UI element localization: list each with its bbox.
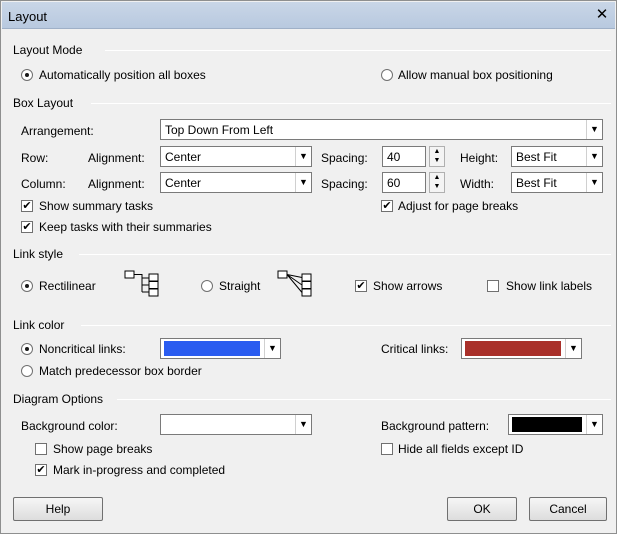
arrangement-label: Arrangement: [21,124,94,138]
chevron-down-icon: ▼ [586,173,602,192]
width-label: Width: [460,177,495,191]
link-color-heading: Link color [13,318,65,332]
row-spacing-value: 40 [387,150,401,164]
column-alignment-dropdown[interactable]: Center ▼ [160,172,312,193]
manual-position-label: Allow manual box positioning [398,68,553,82]
chevron-down-icon: ▼ [295,173,311,192]
title-bar[interactable]: Layout ✕ [2,2,615,29]
height-label: Height: [460,151,499,165]
section-divider [91,103,611,104]
critical-color-dropdown[interactable]: ▼ [461,338,582,359]
column-spacing-input[interactable]: 60 [382,172,426,193]
chevron-down-icon: ▼ [586,120,602,139]
show-link-labels-checkbox[interactable] [487,280,499,292]
bg-color-dropdown[interactable]: ▼ [160,414,312,435]
show-page-breaks-label: Show page breaks [53,442,153,456]
show-summary-label: Show summary tasks [39,199,154,213]
keep-tasks-label: Keep tasks with their summaries [39,220,212,234]
chevron-down-icon: ▼ [565,339,581,358]
bg-pattern-swatch [512,417,582,432]
bg-pattern-label: Background pattern: [381,419,490,433]
noncritical-color-dropdown[interactable]: ▼ [160,338,281,359]
column-label: Column: [21,177,66,191]
show-arrows-label: Show arrows [373,279,443,293]
auto-position-radio[interactable] [21,69,33,81]
height-value: Best Fit [516,150,557,164]
arrangement-dropdown[interactable]: Top Down From Left ▼ [160,119,603,140]
show-arrows-checkbox[interactable]: ✔ [355,280,367,292]
keep-tasks-checkbox[interactable]: ✔ [21,221,33,233]
close-icon[interactable]: ✕ [593,6,611,24]
noncritical-color-swatch [164,341,260,356]
row-spacing-spinner[interactable]: ▲ ▼ [429,146,445,167]
bg-pattern-dropdown[interactable]: ▼ [508,414,603,435]
noncritical-label: Noncritical links: [39,342,126,356]
layout-dialog: Layout ✕ Layout Mode Automatically posit… [0,0,617,534]
box-layout-heading: Box Layout [13,96,74,110]
ok-button[interactable]: OK [447,497,517,521]
column-spacing-label: Spacing: [321,177,368,191]
width-value: Best Fit [516,176,557,190]
section-divider [79,254,611,255]
critical-label: Critical links: [381,342,449,356]
row-alignment-dropdown[interactable]: Center ▼ [160,146,312,167]
rectilinear-label: Rectilinear [39,279,96,293]
adjust-breaks-label: Adjust for page breaks [398,199,519,213]
layout-mode-heading: Layout Mode [13,43,83,57]
diagram-options-heading: Diagram Options [13,392,104,406]
hide-fields-checkbox[interactable] [381,443,393,455]
link-style-heading: Link style [13,247,64,261]
chevron-down-icon: ▼ [264,339,280,358]
bg-color-label: Background color: [21,419,118,433]
dialog-title: Layout [8,9,48,24]
width-dropdown[interactable]: Best Fit ▼ [511,172,603,193]
row-spacing-label: Spacing: [321,151,368,165]
row-label: Row: [21,151,49,165]
show-link-labels-label: Show link labels [506,279,593,293]
match-predecessor-label: Match predecessor box border [39,364,202,378]
chevron-down-icon: ▼ [295,415,311,434]
rectilinear-radio[interactable] [21,280,33,292]
straight-radio[interactable] [201,280,213,292]
row-alignment-value: Center [165,150,202,164]
chevron-down-icon: ▼ [295,147,311,166]
auto-position-label: Automatically position all boxes [39,68,206,82]
column-alignment-value: Center [165,176,202,190]
help-button[interactable]: Help [13,497,103,521]
row-spacing-input[interactable]: 40 [382,146,426,167]
adjust-breaks-checkbox[interactable]: ✔ [381,200,393,212]
noncritical-radio[interactable] [21,343,33,355]
column-alignment-label: Alignment: [88,177,145,191]
row-alignment-label: Alignment: [88,151,145,165]
section-divider [105,50,611,51]
rectilinear-preview-icon [124,270,159,297]
chevron-down-icon: ▼ [586,147,602,166]
match-predecessor-radio[interactable] [21,365,33,377]
show-summary-checkbox[interactable]: ✔ [21,200,33,212]
mark-progress-checkbox[interactable]: ✔ [35,464,47,476]
show-page-breaks-checkbox[interactable] [35,443,47,455]
manual-position-radio[interactable] [381,69,393,81]
column-spacing-value: 60 [387,176,401,190]
section-divider [81,325,611,326]
bg-color-swatch [164,417,291,432]
column-spacing-spinner[interactable]: ▲ ▼ [429,172,445,193]
section-divider [117,399,611,400]
straight-preview-icon [277,270,312,297]
cancel-button[interactable]: Cancel [529,497,607,521]
mark-progress-label: Mark in-progress and completed [53,463,226,477]
straight-label: Straight [219,279,261,293]
chevron-down-icon: ▼ [586,415,602,434]
height-dropdown[interactable]: Best Fit ▼ [511,146,603,167]
critical-color-swatch [465,341,561,356]
arrangement-value: Top Down From Left [165,123,274,137]
hide-fields-label: Hide all fields except ID [398,442,524,456]
